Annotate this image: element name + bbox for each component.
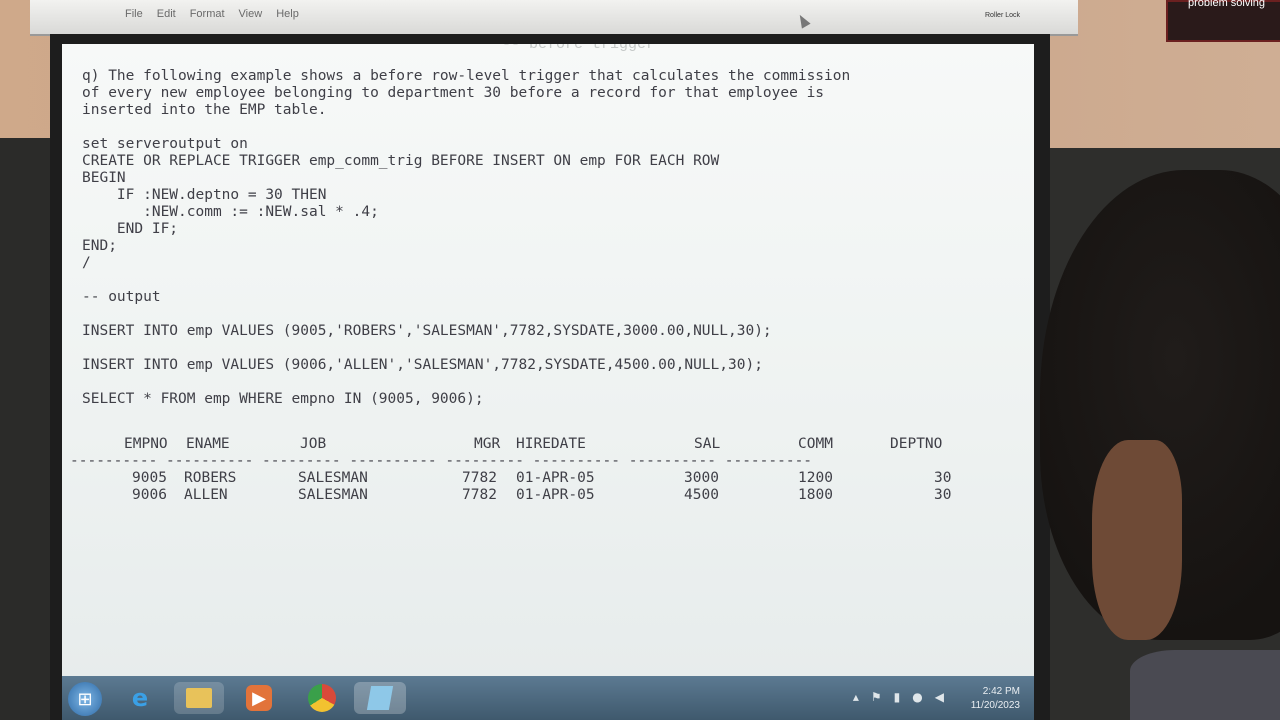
cell-sal: 3000 [684,470,719,486]
menu-file[interactable]: File [125,8,143,20]
cell-ename: ALLEN [184,487,228,503]
editor-line: END; [82,238,117,254]
cell-mgr: 7782 [462,487,497,503]
col-mgr-header: MGR [474,436,501,452]
person-ear [1092,440,1182,640]
editor-line: -- output [82,289,161,305]
notepad-icon[interactable] [354,682,406,714]
cell-hiredate: 01-APR-05 [516,470,595,486]
cell-comm: 1200 [798,470,833,486]
network-icon[interactable]: ● [912,690,922,704]
internet-explorer-icon[interactable]: e [124,682,156,714]
menu-format[interactable]: Format [190,8,225,20]
menu-bar: File Edit Format View Help [125,8,299,20]
start-orb-icon[interactable]: ⊞ [68,682,102,716]
clock-date: 11/20/2023 [970,700,1020,711]
chrome-icon[interactable] [306,682,338,714]
editor-line: CREATE OR REPLACE TRIGGER emp_comm_trig … [82,153,720,169]
scrolled-line: -- before trigger [502,44,656,53]
col-empno-header: EMPNO [124,436,168,452]
col-deptno-header: DEPTNO [890,436,943,452]
cell-hiredate: 01-APR-05 [516,487,595,503]
media-player-icon[interactable]: ▶ [246,685,272,711]
col-hiredate-header: HIREDATE [516,436,586,452]
col-ename-header: ENAME [186,436,230,452]
editor-line: set serveroutput on [82,136,248,152]
poster-text: problem solving [1188,0,1266,9]
col-job-header: JOB [300,436,327,452]
editor-line: / [82,255,91,271]
volume-icon[interactable]: ◀ [935,690,944,704]
editor-text[interactable]: q) The following example shows a before … [82,68,850,408]
menu-edit[interactable]: Edit [157,8,176,20]
menu-view[interactable]: View [239,8,263,20]
editor-line: SELECT * FROM emp WHERE empno IN (9005, … [82,391,484,407]
flag-icon[interactable]: ⚑ [871,690,882,704]
cell-ename: ROBERS [184,470,237,486]
cell-job: SALESMAN [298,487,368,503]
editor-line: IF :NEW.deptno = 30 THEN [82,187,327,203]
cell-job: SALESMAN [298,470,368,486]
cell-deptno: 30 [934,470,952,486]
battery-icon[interactable]: ▮ [894,690,901,704]
clock-time: 2:42 PM [982,686,1020,697]
windows-taskbar: ⊞ e ▶ ▴ ⚑ ▮ ● ◀ 2:42 PM 11/20/2023 [62,676,1034,720]
table-row: 9005 ROBERS SALESMAN 7782 01-APR-05 3000… [70,470,970,487]
cell-comm: 1800 [798,487,833,503]
system-tray-icons: ▴ ⚑ ▮ ● ◀ [853,690,944,704]
show-hidden-icons-icon[interactable]: ▴ [853,690,859,704]
file-explorer-icon[interactable] [174,682,224,714]
separator-dashes: ---------- ---------- --------- --------… [70,453,813,469]
editor-line: END IF; [82,221,179,237]
menu-help[interactable]: Help [276,8,299,20]
cell-mgr: 7782 [462,470,497,486]
cell-empno: 9006 [132,487,167,503]
clock[interactable]: 2:42 PM 11/20/2023 [971,685,1020,713]
editor-line: :NEW.comm := :NEW.sal * .4; [82,204,379,220]
results-separator: ---------- ---------- --------- --------… [70,453,970,470]
results-header-row: EMPNO ENAME JOB MGR HIREDATE SAL COMM DE… [70,436,970,453]
col-comm-header: COMM [798,436,833,452]
col-sal-header: SAL [694,436,721,452]
editor-line: INSERT INTO emp VALUES (9005,'ROBERS','S… [82,323,772,339]
table-row: 9006 ALLEN SALESMAN 7782 01-APR-05 4500 … [70,487,970,504]
editor-line: INSERT INTO emp VALUES (9006,'ALLEN','SA… [82,357,763,373]
query-results-table: EMPNO ENAME JOB MGR HIREDATE SAL COMM DE… [70,436,970,504]
notepad-editor-area[interactable]: -- before trigger q) The following examp… [62,44,1034,680]
cell-deptno: 30 [934,487,952,503]
cell-sal: 4500 [684,487,719,503]
editor-line: q) The following example shows a before … [82,68,851,84]
editor-line: BEGIN [82,170,126,186]
person-shoulder [1130,650,1280,720]
roller-tag: Roller Lock [985,12,1021,19]
wall-poster: problem solving [1166,0,1280,42]
cell-empno: 9005 [132,470,167,486]
editor-line: inserted into the EMP table. [82,102,327,118]
projector-screen-roller: File Edit Format View Help Roller Lock [30,0,1078,36]
editor-line: of every new employee belonging to depar… [82,85,825,101]
